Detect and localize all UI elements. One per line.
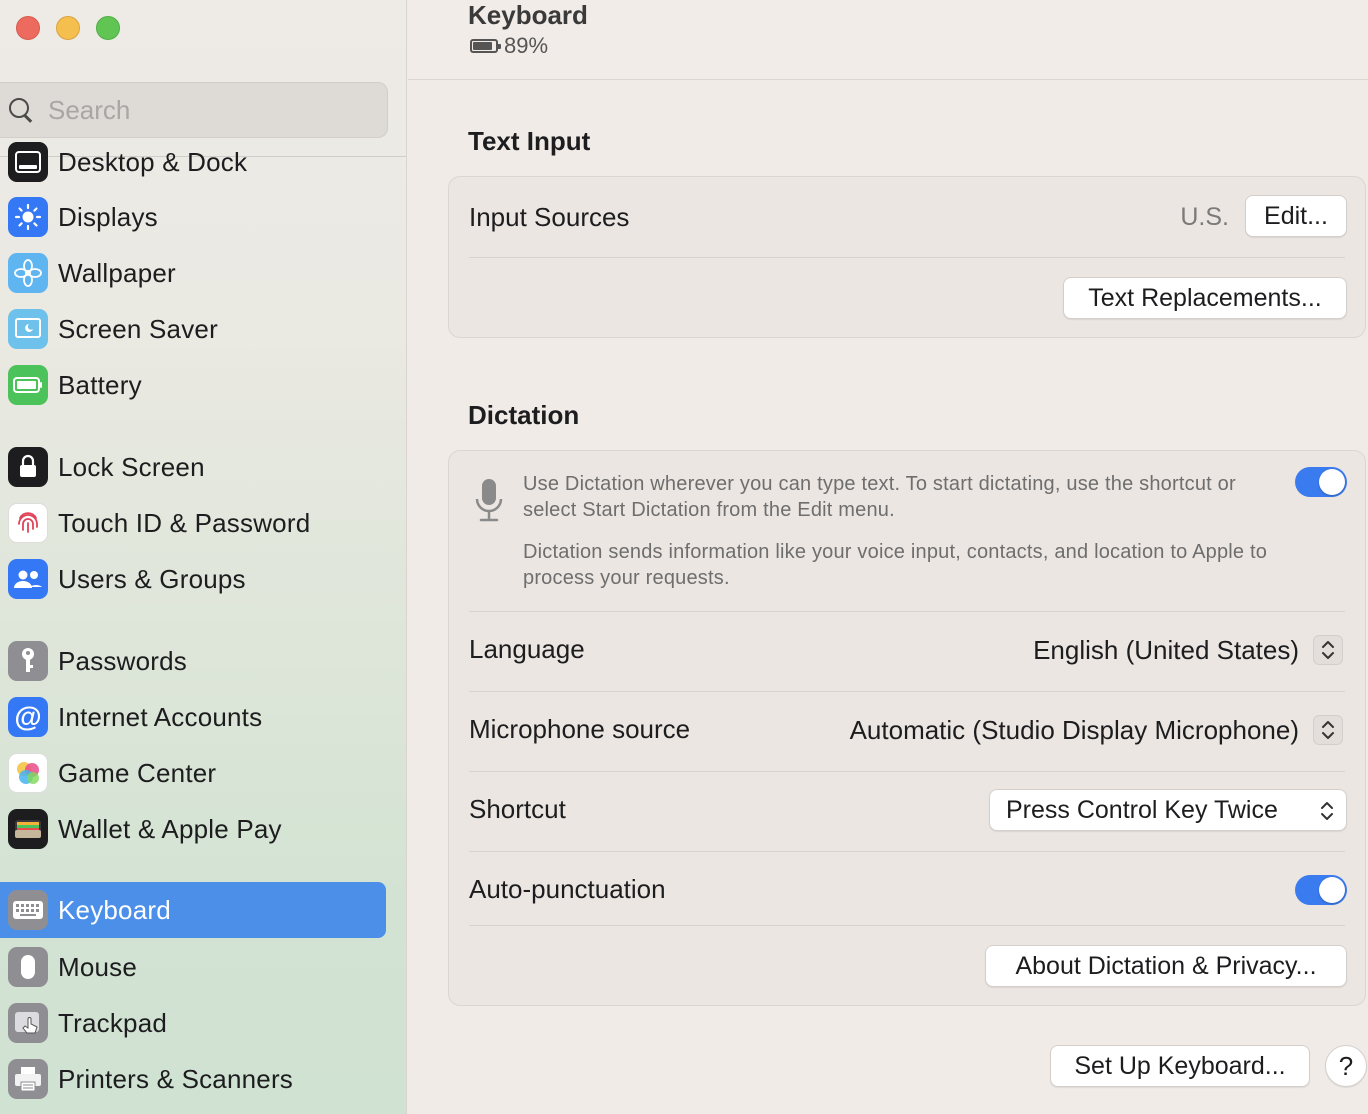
text-input-heading: Text Input <box>468 126 591 156</box>
sidebar-item-lock-screen[interactable]: Lock Screen <box>0 439 386 495</box>
battery-percent: 89% <box>504 33 549 58</box>
edit-input-sources-button[interactable]: Edit... <box>1245 195 1347 237</box>
shortcut-label: Shortcut <box>469 793 566 824</box>
wallet-icon <box>8 809 48 849</box>
sidebar-item-label: Internet Accounts <box>58 701 263 732</box>
search-icon <box>8 97 34 123</box>
microphone-label: Microphone source <box>469 713 691 744</box>
sidebar-item-passwords[interactable]: Passwords <box>0 633 386 689</box>
users-icon <box>8 559 48 599</box>
microphone-stepper[interactable] <box>1313 715 1343 745</box>
sidebar-item-label: Wallpaper <box>58 257 176 288</box>
close-button[interactable] <box>16 16 40 40</box>
dictation-privacy-note: Dictation sends information like your vo… <box>523 541 1268 589</box>
language-stepper[interactable] <box>1313 635 1343 665</box>
chevron-updown-icon <box>1322 641 1334 659</box>
auto-punctuation-label: Auto-punctuation <box>469 873 666 904</box>
search-input[interactable] <box>48 94 348 126</box>
sidebar-item-label: Game Center <box>58 757 217 788</box>
fingerprint-icon <box>8 503 48 543</box>
sidebar-item-label: Users & Groups <box>58 563 246 594</box>
divider <box>469 771 1345 772</box>
sidebar-item-displays[interactable]: Displays <box>0 189 386 245</box>
sidebar-item-label: Wallet & Apple Pay <box>58 813 282 844</box>
title-bar: Keyboard 89% <box>408 0 1368 80</box>
sidebar-item-screen-saver[interactable]: Screen Saver <box>0 301 386 357</box>
sidebar-item-label: Printers & Scanners <box>58 1063 294 1094</box>
divider <box>469 611 1345 612</box>
sidebar-item-label: Passwords <box>58 645 187 676</box>
traffic-lights <box>16 16 120 40</box>
divider <box>469 925 1345 926</box>
battery-icon <box>8 365 48 405</box>
sidebar-item-wallet[interactable]: Wallet & Apple Pay <box>0 801 386 857</box>
battery-status: 89% <box>470 33 548 59</box>
divider <box>469 851 1345 852</box>
sidebar-item-trackpad[interactable]: Trackpad <box>0 995 386 1051</box>
text-replacements-button[interactable]: Text Replacements... <box>1063 277 1347 319</box>
trackpad-icon <box>8 1003 48 1043</box>
flower-icon <box>8 253 48 293</box>
printer-icon <box>8 1059 48 1099</box>
chevron-updown-icon <box>1322 721 1334 739</box>
dictation-card: Use Dictation wherever you can type text… <box>448 450 1366 1006</box>
about-dictation-privacy-button[interactable]: About Dictation & Privacy... <box>985 945 1347 987</box>
divider <box>469 691 1345 692</box>
page-title: Keyboard <box>468 0 588 30</box>
screensaver-icon <box>8 309 48 349</box>
language-label: Language <box>469 633 585 664</box>
microphone-value[interactable]: Automatic (Studio Display Microphone) <box>850 715 1299 746</box>
dock-icon <box>8 142 48 182</box>
sidebar-item-label: Battery <box>58 369 142 400</box>
sidebar-item-internet-accounts[interactable]: @ Internet Accounts <box>0 689 386 745</box>
language-value[interactable]: English (United States) <box>1033 635 1299 666</box>
sidebar-item-users-groups[interactable]: Users & Groups <box>0 551 386 607</box>
dictation-heading: Dictation <box>468 400 580 430</box>
sidebar-item-touch-id[interactable]: Touch ID & Password <box>0 495 386 551</box>
sidebar-item-label: Displays <box>58 201 158 232</box>
key-icon <box>8 641 48 681</box>
sidebar-item-label: Touch ID & Password <box>58 507 311 538</box>
sidebar-item-label: Desktop & Dock <box>58 146 248 177</box>
sidebar-item-battery[interactable]: Battery <box>0 357 386 413</box>
auto-punctuation-toggle[interactable] <box>1295 875 1347 905</box>
sidebar-item-label: Mouse <box>58 951 138 982</box>
sidebar: Desktop & Dock Displays Wallpaper Screen… <box>0 0 407 1114</box>
zoom-button[interactable] <box>96 16 120 40</box>
shortcut-value: Press Control Key Twice <box>1006 795 1278 824</box>
keyboard-icon <box>8 890 48 930</box>
minimize-button[interactable] <box>56 16 80 40</box>
auto-punctuation-row: Auto-punctuation <box>469 869 1345 909</box>
input-sources-label: Input Sources <box>469 201 630 232</box>
text-input-card: Input Sources U.S. Edit... Text Replacem… <box>448 176 1366 338</box>
dictation-toggle[interactable] <box>1295 467 1347 497</box>
sidebar-item-keyboard[interactable]: Keyboard <box>0 882 386 938</box>
at-icon: @ <box>8 697 48 737</box>
sidebar-item-label: Keyboard <box>58 894 171 925</box>
sidebar-item-wallpaper[interactable]: Wallpaper <box>0 245 386 301</box>
sun-icon <box>8 197 48 237</box>
lock-icon <box>8 447 48 487</box>
battery-level-icon <box>470 39 501 53</box>
help-button[interactable]: ? <box>1325 1045 1367 1087</box>
divider <box>469 257 1345 258</box>
chevron-updown-icon <box>1321 802 1333 820</box>
game-center-icon <box>8 753 48 793</box>
set-up-keyboard-button[interactable]: Set Up Keyboard... <box>1050 1045 1310 1087</box>
search-field[interactable] <box>0 82 388 138</box>
microphone-icon <box>475 479 503 522</box>
sidebar-item-printers[interactable]: Printers & Scanners <box>0 1051 386 1107</box>
sidebar-item-label: Lock Screen <box>58 451 205 482</box>
sidebar-item-mouse[interactable]: Mouse <box>0 939 386 995</box>
dictation-description: Use Dictation wherever you can type text… <box>523 473 1236 521</box>
sidebar-item-desktop-dock[interactable]: Desktop & Dock <box>0 134 386 190</box>
shortcut-popup[interactable]: Press Control Key Twice <box>989 789 1347 831</box>
mouse-icon <box>8 947 48 987</box>
sidebar-item-label: Trackpad <box>58 1007 168 1038</box>
main-pane: Keyboard 89% Text Input Input Sources U.… <box>408 0 1368 1114</box>
input-sources-value: U.S. <box>1180 203 1229 231</box>
sidebar-item-label: Screen Saver <box>58 313 218 344</box>
sidebar-item-game-center[interactable]: Game Center <box>0 745 386 801</box>
